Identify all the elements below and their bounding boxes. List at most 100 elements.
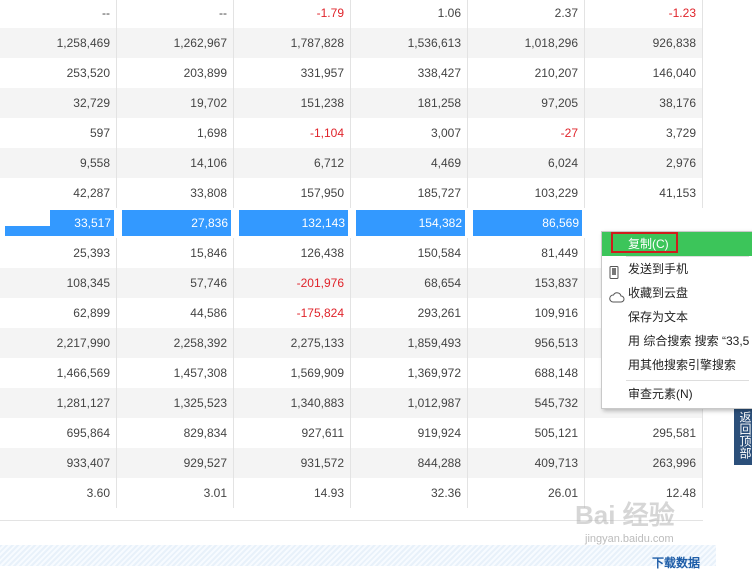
table-cell[interactable]: 2,275,133: [234, 328, 351, 358]
table-cell[interactable]: 6,712: [234, 148, 351, 178]
context-menu-save-to-cloud[interactable]: 收藏到云盘: [602, 281, 752, 305]
table-cell[interactable]: 338,427: [351, 58, 468, 88]
table-cell[interactable]: 203,899: [117, 58, 234, 88]
table-cell[interactable]: 1,012,987: [351, 388, 468, 418]
table-cell[interactable]: 4,469: [351, 148, 468, 178]
table-cell[interactable]: 57,746: [117, 268, 234, 298]
table-cell[interactable]: 926,838: [585, 28, 703, 58]
table-cell[interactable]: 1,787,828: [234, 28, 351, 58]
table-cell[interactable]: 1,536,613: [351, 28, 468, 58]
table-cell[interactable]: 293,261: [351, 298, 468, 328]
table-cell[interactable]: 927,611: [234, 418, 351, 448]
table-cell[interactable]: 3,007: [351, 118, 468, 148]
table-cell[interactable]: 1,325,523: [117, 388, 234, 418]
table-cell[interactable]: 829,834: [117, 418, 234, 448]
table-cell[interactable]: 81,449: [468, 238, 585, 268]
table-cell[interactable]: 1,466,569: [0, 358, 117, 388]
table-cell[interactable]: 505,121: [468, 418, 585, 448]
table-cell[interactable]: 253,520: [0, 58, 117, 88]
table-cell[interactable]: 32.36: [351, 478, 468, 508]
table-cell[interactable]: 153,837: [468, 268, 585, 298]
table-cell[interactable]: 409,713: [468, 448, 585, 478]
table-cell[interactable]: 126,438: [234, 238, 351, 268]
context-menu-other-search-engines[interactable]: 用其他搜索引擎搜索: [602, 353, 752, 377]
table-cell[interactable]: 86,569: [468, 208, 585, 238]
table-cell[interactable]: 150,584: [351, 238, 468, 268]
table-cell[interactable]: 545,732: [468, 388, 585, 418]
table-cell[interactable]: -1.79: [234, 0, 351, 28]
table-cell[interactable]: 1,698: [117, 118, 234, 148]
context-menu-send-to-phone[interactable]: 发送到手机: [602, 257, 752, 281]
table-cell[interactable]: 1,859,493: [351, 328, 468, 358]
table-cell[interactable]: 9,558: [0, 148, 117, 178]
table-cell[interactable]: 14.93: [234, 478, 351, 508]
table-cell[interactable]: 2.37: [468, 0, 585, 28]
table-cell[interactable]: 6,024: [468, 148, 585, 178]
table-cell[interactable]: 15,846: [117, 238, 234, 268]
table-cell[interactable]: 42,287: [0, 178, 117, 208]
table-cell[interactable]: 919,924: [351, 418, 468, 448]
table-cell[interactable]: 154,382: [351, 208, 468, 238]
table-cell[interactable]: 26.01: [468, 478, 585, 508]
table-cell[interactable]: 38,176: [585, 88, 703, 118]
table-cell[interactable]: --: [0, 0, 117, 28]
table-cell[interactable]: 44,586: [117, 298, 234, 328]
table-cell[interactable]: 695,864: [0, 418, 117, 448]
table-cell[interactable]: 929,527: [117, 448, 234, 478]
table-cell[interactable]: 3,729: [585, 118, 703, 148]
table-cell[interactable]: 1,369,972: [351, 358, 468, 388]
table-cell[interactable]: 62,899: [0, 298, 117, 328]
table-cell[interactable]: --: [117, 0, 234, 28]
table-cell[interactable]: -175,824: [234, 298, 351, 328]
table-cell[interactable]: 97,205: [468, 88, 585, 118]
table-cell[interactable]: 33,808: [117, 178, 234, 208]
table-cell[interactable]: -27: [468, 118, 585, 148]
table-cell[interactable]: 108,345: [0, 268, 117, 298]
table-cell[interactable]: 146,040: [585, 58, 703, 88]
table-cell[interactable]: 2,217,990: [0, 328, 117, 358]
table-cell[interactable]: 3.60: [0, 478, 117, 508]
table-cell[interactable]: 2,976: [585, 148, 703, 178]
table-cell[interactable]: 2,258,392: [117, 328, 234, 358]
table-cell[interactable]: -201,976: [234, 268, 351, 298]
context-menu-search-selection[interactable]: 用 综合搜索 搜索 “33,5: [602, 329, 752, 353]
table-cell[interactable]: 33,517: [0, 208, 117, 238]
table-cell[interactable]: 295,581: [585, 418, 703, 448]
table-cell[interactable]: 19,702: [117, 88, 234, 118]
table-cell[interactable]: 210,207: [468, 58, 585, 88]
table-cell[interactable]: 1,340,883: [234, 388, 351, 418]
download-data-link[interactable]: 下载数据: [652, 554, 700, 571]
back-to-top-button[interactable]: 返回顶部: [734, 405, 752, 465]
table-cell[interactable]: 1,018,296: [468, 28, 585, 58]
table-cell[interactable]: 103,229: [468, 178, 585, 208]
table-cell[interactable]: 1,569,909: [234, 358, 351, 388]
table-cell[interactable]: 185,727: [351, 178, 468, 208]
table-cell[interactable]: 1.06: [351, 0, 468, 28]
table-cell[interactable]: 1,258,469: [0, 28, 117, 58]
table-cell[interactable]: 41,153: [585, 178, 703, 208]
table-cell[interactable]: 109,916: [468, 298, 585, 328]
table-cell[interactable]: 132,143: [234, 208, 351, 238]
table-cell[interactable]: 157,950: [234, 178, 351, 208]
table-cell[interactable]: 1,262,967: [117, 28, 234, 58]
table-cell[interactable]: 263,996: [585, 448, 703, 478]
table-cell[interactable]: 933,407: [0, 448, 117, 478]
table-cell[interactable]: -1.23: [585, 0, 703, 28]
table-cell[interactable]: -1,104: [234, 118, 351, 148]
table-cell[interactable]: 32,729: [0, 88, 117, 118]
table-cell[interactable]: 151,238: [234, 88, 351, 118]
table-cell[interactable]: 14,106: [117, 148, 234, 178]
table-cell[interactable]: 25,393: [0, 238, 117, 268]
context-menu-save-as-text[interactable]: 保存为文本: [602, 305, 752, 329]
table-cell[interactable]: 844,288: [351, 448, 468, 478]
table-cell[interactable]: 3.01: [117, 478, 234, 508]
table-cell[interactable]: 597: [0, 118, 117, 148]
table-cell[interactable]: 27,836: [117, 208, 234, 238]
table-cell[interactable]: 1,281,127: [0, 388, 117, 418]
table-cell[interactable]: 1,457,308: [117, 358, 234, 388]
table-cell[interactable]: 688,148: [468, 358, 585, 388]
table-cell[interactable]: 956,513: [468, 328, 585, 358]
table-cell[interactable]: 931,572: [234, 448, 351, 478]
table-cell[interactable]: 181,258: [351, 88, 468, 118]
table-cell[interactable]: 68,654: [351, 268, 468, 298]
